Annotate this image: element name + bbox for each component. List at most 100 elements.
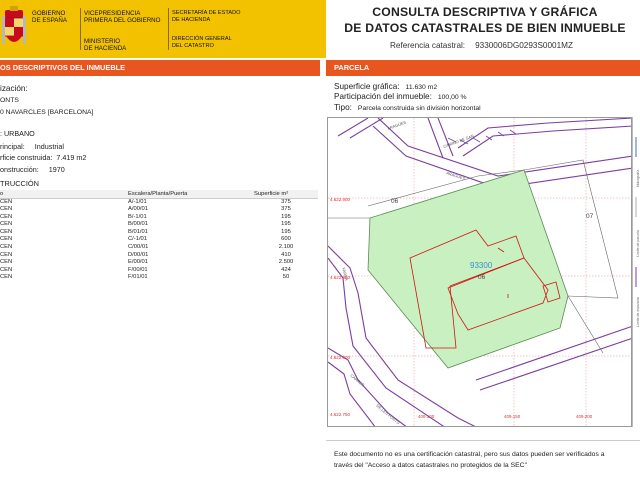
- table-cell: CEN: [0, 259, 13, 266]
- location-label: ización:: [0, 84, 28, 93]
- location-line-1: ONTS: [0, 97, 19, 104]
- table-row: CEN B/-1/01 195: [0, 214, 318, 222]
- table-cell: C/-1/01: [128, 236, 148, 243]
- table-row: CEN A/00/01 375: [0, 206, 318, 214]
- table-cell: 50: [282, 274, 290, 281]
- type-value: Parcela construida sin división horizont…: [357, 105, 481, 112]
- table-row: CEN F/01/01 50: [0, 274, 318, 282]
- table-cell: CEN: [0, 251, 13, 258]
- direccion-label: DIRECCIÓN GENERAL DEL CATASTRO: [172, 36, 232, 50]
- table-cell: 600: [281, 236, 291, 243]
- construction-year-label: onstrucción:: [0, 165, 39, 174]
- parcel-sub-number: 06: [478, 274, 486, 281]
- table-row: CEN A/-1/01 375: [0, 198, 318, 206]
- header-divider: [80, 8, 81, 50]
- table-cell: B/01/01: [128, 228, 148, 235]
- table-cell: C/00/01: [128, 244, 149, 251]
- table-cell: E/00/01: [128, 259, 148, 266]
- table-cell: F/01/01: [128, 274, 148, 281]
- table-cell: 2.100: [278, 244, 294, 251]
- parcel-number: 93300: [470, 261, 493, 270]
- coord-label: 409.100: [418, 414, 435, 419]
- coord-label: 4.622.750: [330, 412, 351, 417]
- construction-title: TRUCCIÓN: [0, 179, 40, 188]
- built-surface-row: rficie construida: 7.419 m2: [0, 153, 86, 162]
- cadastral-reference: Referencia catastral: 9330006DG0293S0001M…: [390, 41, 573, 50]
- table-cell: A/00/01: [128, 206, 148, 213]
- construction-year-row: onstrucción: 1970: [0, 165, 65, 174]
- main-use-label: rincipal:: [0, 142, 25, 151]
- descriptive-data-panel: ización: ONTS 0 NAVARCLES [BARCELONA] : …: [0, 78, 320, 480]
- legend-item: Límite de manzana: [636, 297, 640, 327]
- cadastral-map[interactable]: 93300 06 06 07 ARAGÜES CAMINO DE SAN ARA…: [327, 117, 632, 427]
- page-title: CONSULTA DESCRIPTIVA Y GRÁFICA DE DATOS …: [344, 5, 626, 35]
- table-header-row: o Escalera/Planta/Puerta Superficie m²: [0, 190, 318, 199]
- table-cell: F/00/01: [128, 266, 148, 273]
- gobierno-label: GOBIERNO DE ESPAÑA: [32, 10, 67, 25]
- table-cell: CEN: [0, 236, 13, 243]
- street-label: ARAGÜES: [446, 170, 466, 181]
- table-cell: 195: [281, 213, 291, 220]
- table-row: CEN D/00/01 410: [0, 252, 318, 260]
- table-cell: D/00/01: [128, 251, 149, 258]
- main-use-value: Industrial: [34, 142, 64, 151]
- table-cell: 195: [281, 221, 291, 228]
- table-cell: CEN: [0, 213, 13, 220]
- legend-item: Hidrografía: [636, 170, 640, 187]
- built-surface-label: rficie construida:: [0, 153, 53, 162]
- table-cell: CEN: [0, 244, 13, 251]
- coord-label: 4.622.800: [330, 355, 351, 360]
- header-divider: [168, 8, 169, 50]
- table-cell: 195: [281, 228, 291, 235]
- coat-of-arms-icon: [2, 6, 26, 44]
- coord-label: 4.622.900: [330, 197, 351, 202]
- table-cell: CEN: [0, 266, 13, 273]
- table-cell: 375: [281, 206, 291, 213]
- main-use-row: rincipal: Industrial: [0, 142, 64, 151]
- column-header: Escalera/Planta/Puerta: [128, 190, 254, 199]
- table-cell: A/-1/01: [128, 198, 147, 205]
- descriptive-data-header: OS DESCRIPTIVOS DEL INMUEBLE: [0, 60, 320, 76]
- column-header: o: [0, 190, 128, 199]
- construction-year-value: 1970: [48, 165, 65, 174]
- coord-label: 4.622.850: [330, 275, 351, 280]
- type-row: Tipo: Parcela construida sin división hor…: [334, 103, 481, 112]
- neighbor-label: 07: [586, 213, 594, 220]
- table-row: CEN B/00/01 195: [0, 221, 318, 229]
- column-header: Superficie m²: [254, 190, 318, 199]
- graphic-surface-row: Superficie gráfica: 11.630 m2: [334, 82, 437, 91]
- street-label: ARAGÜES: [387, 119, 407, 131]
- table-cell: CEN: [0, 221, 13, 228]
- table-row: CEN C/00/01 2.100: [0, 244, 318, 252]
- table-cell: CEN: [0, 228, 13, 235]
- construction-table: o Escalera/Planta/Puerta Superficie m² C…: [0, 190, 318, 282]
- legend-item: Límite de parcela: [636, 230, 640, 257]
- disclaimer-note: Este documento no es una certificación c…: [326, 440, 640, 480]
- table-cell: 375: [281, 198, 291, 205]
- table-cell: 2.500: [278, 259, 294, 266]
- table-row: CEN E/00/01 2.500: [0, 259, 318, 267]
- class-value: : URBANO: [0, 129, 35, 138]
- participation-row: Participación del inmueble: 100,00 %: [334, 92, 467, 101]
- table-cell: CEN: [0, 198, 13, 205]
- map-legend: Hidrografía Límite de parcela Límite de …: [632, 117, 640, 427]
- table-row: CEN F/00/01 424: [0, 267, 318, 275]
- table-cell: CEN: [0, 206, 13, 213]
- table-row: CEN B/01/01 195: [0, 229, 318, 237]
- ministerio-label: MINISTERIO DE HACIENDA: [84, 38, 127, 53]
- graphic-surface-label: Superficie gráfica:: [334, 82, 400, 91]
- participation-value: 100,00 %: [437, 94, 467, 101]
- type-label: Tipo:: [334, 103, 352, 112]
- coord-label: 409.150: [504, 414, 521, 419]
- table-row: CEN C/-1/01 600: [0, 236, 318, 244]
- built-surface-value: 7.419 m2: [56, 153, 87, 162]
- map-canvas[interactable]: 93300 06 06 07 ARAGÜES CAMINO DE SAN ARA…: [328, 118, 632, 427]
- table-cell: 424: [281, 266, 291, 273]
- street-label: CARRER: [349, 373, 365, 388]
- coord-label: 409.200: [576, 414, 593, 419]
- graphic-surface-value: 11.630 m2: [405, 84, 438, 91]
- table-cell: B/-1/01: [128, 213, 147, 220]
- table-cell: CEN: [0, 274, 13, 281]
- neighbor-label: 06: [391, 198, 399, 205]
- table-cell: 410: [281, 251, 291, 258]
